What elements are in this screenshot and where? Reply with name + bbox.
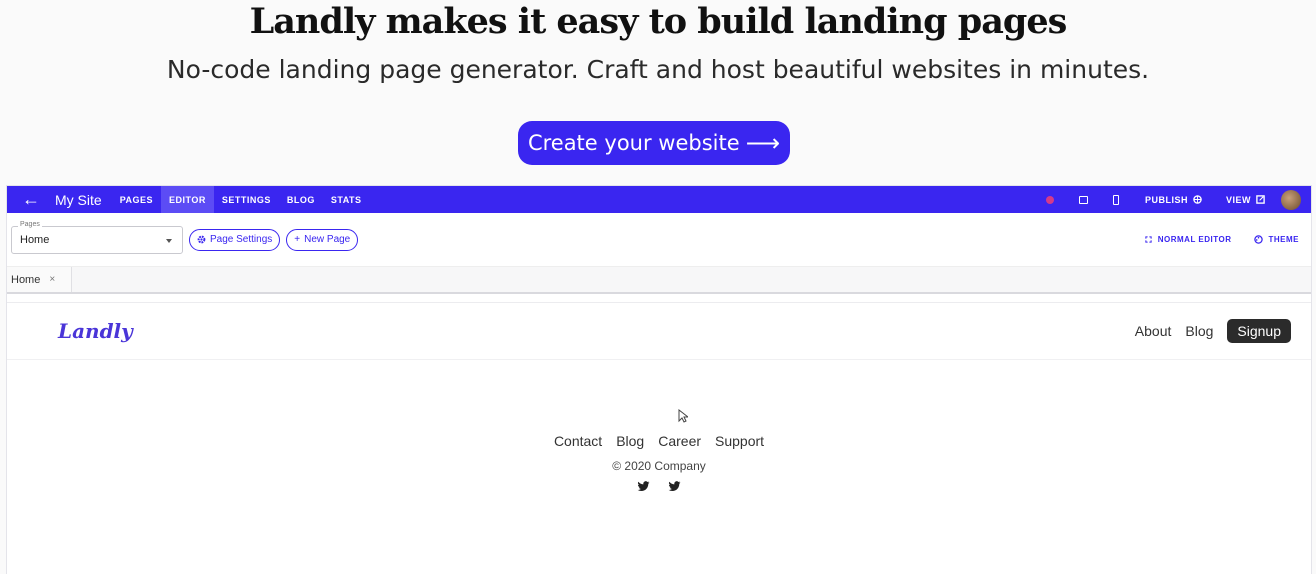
theme-label: THEME	[1268, 235, 1299, 244]
caret-down-icon	[166, 238, 172, 243]
footer-link-career[interactable]: Career	[658, 433, 701, 449]
publish-label: PUBLISH	[1144, 194, 1188, 205]
mouse-cursor-icon	[678, 409, 688, 423]
publish-button[interactable]: PUBLISH	[1133, 195, 1214, 205]
new-page-button[interactable]: + New Page	[286, 228, 359, 251]
view-button[interactable]: VIEW	[1214, 195, 1277, 205]
footer-link-blog[interactable]: Blog	[616, 433, 644, 449]
footer-link-support[interactable]: Support	[715, 433, 764, 449]
hero-subtitle: No-code landing page generator. Craft an…	[166, 55, 1150, 84]
footer-social	[7, 481, 1311, 492]
landly-logo[interactable]: Landly	[58, 319, 133, 343]
tab-pages[interactable]: PAGES	[112, 186, 161, 213]
site-name: My Site	[55, 191, 102, 208]
footer-copyright: © 2020 Company	[612, 459, 706, 473]
page-tab-home[interactable]: Home ×	[7, 267, 72, 292]
new-page-label: New Page	[304, 234, 351, 245]
palette-icon	[1253, 235, 1263, 244]
toolbar-right: NORMAL EDITOR THEME	[1145, 235, 1311, 244]
hero-title: Landly makes it easy to build landing pa…	[249, 1, 1068, 42]
gear-icon	[197, 235, 206, 244]
tab-editor[interactable]: EDITOR	[161, 186, 214, 213]
footer-link-contact[interactable]: Contact	[554, 433, 602, 449]
signup-button[interactable]: Signup	[1227, 319, 1291, 343]
arrow-right-icon: ⟶	[745, 129, 781, 157]
pages-select[interactable]: Pages Home	[11, 220, 183, 254]
globe-icon	[1193, 195, 1202, 204]
pages-select-value: Home	[20, 233, 50, 246]
preview-navbar: Landly About Blog Signup	[7, 303, 1311, 360]
editor-window: ← My Site PAGES EDITOR SETTINGS BLOG STA…	[6, 185, 1312, 574]
page-tab-label: Home	[11, 273, 41, 286]
tablet-view-icon[interactable]	[1067, 195, 1100, 204]
editor-topbar: ← My Site PAGES EDITOR SETTINGS BLOG STA…	[7, 186, 1311, 213]
mobile-view-icon[interactable]	[1100, 194, 1133, 205]
topbar-right: PUBLISH VIEW	[1034, 186, 1311, 213]
back-arrow-icon[interactable]: ←	[7, 189, 55, 210]
tab-blog[interactable]: BLOG	[279, 186, 323, 213]
pages-select-legend: Pages	[18, 220, 42, 228]
editor-toolbar: Pages Home Page Settings + New Page NORM…	[7, 213, 1311, 267]
twitter-icon[interactable]	[668, 481, 681, 492]
view-label: VIEW	[1225, 194, 1251, 205]
tab-settings[interactable]: SETTINGS	[214, 186, 279, 213]
theme-button[interactable]: THEME	[1253, 235, 1300, 244]
footer-links: Contact Blog Career Support	[7, 433, 1311, 449]
external-link-icon	[1256, 195, 1265, 204]
preview-canvas: Landly About Blog Signup Contact Blog Ca…	[7, 302, 1311, 574]
nav-about-link[interactable]: About	[1135, 323, 1172, 339]
nav-blog-link[interactable]: Blog	[1185, 323, 1213, 339]
user-avatar[interactable]	[1281, 189, 1301, 210]
normal-editor-button[interactable]: NORMAL EDITOR	[1145, 235, 1232, 244]
expand-icon	[1145, 236, 1152, 243]
normal-editor-label: NORMAL EDITOR	[1157, 235, 1232, 244]
preview-nav-links: About Blog Signup	[1135, 319, 1311, 343]
page-settings-label: Page Settings	[210, 234, 273, 245]
twitter-icon[interactable]	[637, 481, 650, 492]
plus-icon: +	[294, 234, 301, 245]
preview-footer: Contact Blog Career Support © 2020 Compa…	[7, 433, 1311, 492]
create-website-label: Create your website	[527, 131, 740, 155]
tab-stats[interactable]: STATS	[323, 186, 370, 213]
close-icon[interactable]: ×	[49, 274, 55, 285]
page-tabs-row: Home ×	[7, 267, 1311, 294]
create-website-button[interactable]: Create your website ⟶	[518, 121, 790, 165]
page-settings-button[interactable]: Page Settings	[189, 228, 281, 251]
desktop-view-icon[interactable]	[1034, 195, 1067, 204]
